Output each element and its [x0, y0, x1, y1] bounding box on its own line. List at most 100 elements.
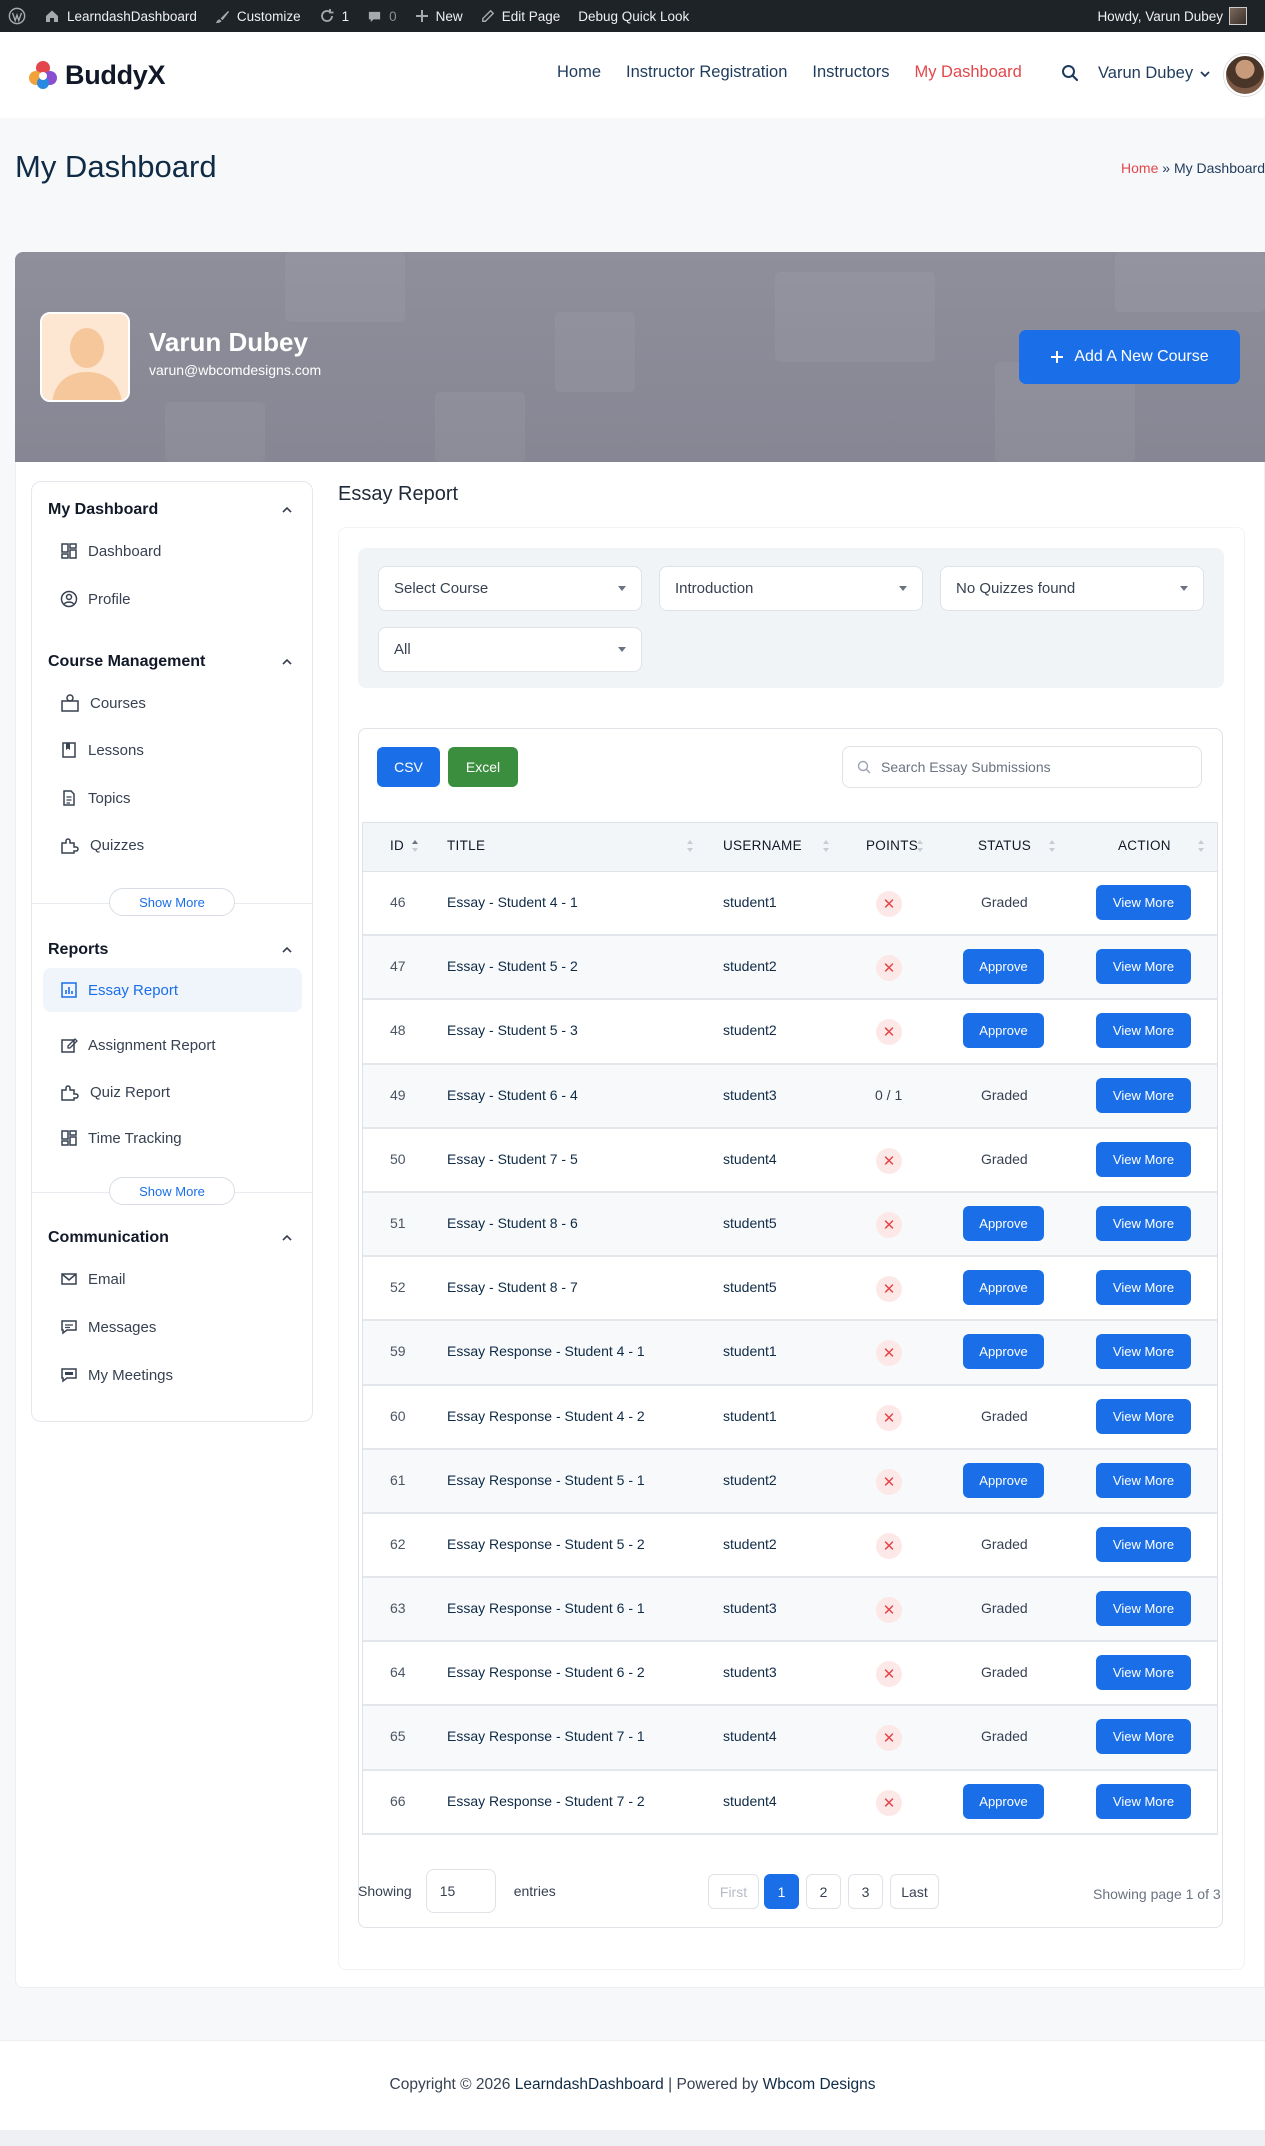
- sidebar-item-essay-report[interactable]: Essay Report: [43, 968, 302, 1012]
- sidebar-item-email[interactable]: Email: [60, 1262, 126, 1296]
- cell-title[interactable]: Essay Response - Student 7 - 2: [447, 1793, 645, 1809]
- sort-icon[interactable]: [686, 839, 694, 853]
- sidebar-item-time-tracking[interactable]: Time Tracking: [60, 1121, 182, 1155]
- show-more-courses-button[interactable]: Show More: [109, 888, 235, 916]
- edit-page-link[interactable]: Edit Page: [472, 0, 570, 32]
- cell-title[interactable]: Essay Response - Student 5 - 2: [447, 1536, 645, 1552]
- nav-instructor-registration[interactable]: Instructor Registration: [626, 63, 787, 82]
- approve-button[interactable]: Approve: [963, 1334, 1044, 1370]
- wordpress-menu[interactable]: [0, 0, 35, 32]
- approve-button[interactable]: Approve: [963, 1270, 1044, 1306]
- view-more-button[interactable]: View More: [1096, 1270, 1191, 1306]
- profile-avatar[interactable]: [40, 312, 130, 402]
- cell-title[interactable]: Essay Response - Student 4 - 2: [447, 1408, 645, 1424]
- nav-instructors[interactable]: Instructors: [812, 63, 889, 82]
- footer-company-link[interactable]: Wbcom Designs: [763, 2076, 876, 2093]
- sidebar-item-dashboard[interactable]: Dashboard: [60, 534, 161, 568]
- new-content-link[interactable]: New: [406, 0, 472, 32]
- sidebar-section-course-management[interactable]: Course Management: [48, 653, 205, 671]
- status-select[interactable]: All: [378, 627, 642, 672]
- pager-page-2[interactable]: 2: [806, 1874, 841, 1909]
- cell-title[interactable]: Essay Response - Student 6 - 2: [447, 1664, 645, 1680]
- updates-link[interactable]: 1: [310, 0, 359, 32]
- view-more-button[interactable]: View More: [1096, 1398, 1191, 1434]
- view-more-button[interactable]: View More: [1096, 1719, 1191, 1755]
- col-username[interactable]: USERNAME: [723, 838, 802, 853]
- col-points[interactable]: POINTS: [866, 838, 918, 853]
- sort-asc-icon[interactable]: [411, 839, 419, 853]
- debug-quick-look-link[interactable]: Debug Quick Look: [569, 0, 698, 32]
- view-more-button[interactable]: View More: [1096, 949, 1191, 985]
- sort-icon[interactable]: [1048, 839, 1056, 853]
- show-more-reports-button[interactable]: Show More: [109, 1177, 235, 1205]
- cell-title[interactable]: Essay Response - Student 4 - 1: [447, 1343, 645, 1359]
- export-excel-button[interactable]: Excel: [448, 747, 518, 787]
- course-select[interactable]: Select Course: [378, 566, 642, 611]
- cell-title[interactable]: Essay - Student 8 - 6: [447, 1215, 578, 1231]
- view-more-button[interactable]: View More: [1096, 1141, 1191, 1177]
- pager-first-button[interactable]: First: [708, 1874, 759, 1909]
- chevron-up-icon[interactable]: [281, 944, 293, 956]
- pager-page-1[interactable]: 1: [764, 1874, 799, 1909]
- col-id[interactable]: ID: [390, 838, 404, 853]
- chevron-up-icon[interactable]: [281, 1232, 293, 1244]
- col-action[interactable]: ACTION: [1118, 838, 1171, 853]
- nav-home[interactable]: Home: [557, 63, 601, 82]
- cell-title[interactable]: Essay Response - Student 5 - 1: [447, 1472, 645, 1488]
- sidebar-item-messages[interactable]: Messages: [60, 1310, 156, 1344]
- sort-icon[interactable]: [822, 839, 830, 853]
- view-more-button[interactable]: View More: [1096, 1526, 1191, 1562]
- pager-page-3[interactable]: 3: [848, 1874, 883, 1909]
- site-logo[interactable]: BuddyX: [26, 58, 166, 92]
- sidebar-item-lessons[interactable]: Lessons: [60, 733, 144, 767]
- comments-link[interactable]: 0: [358, 0, 406, 32]
- sidebar-section-my-dashboard[interactable]: My Dashboard: [48, 501, 158, 519]
- sidebar-section-communication[interactable]: Communication: [48, 1229, 169, 1247]
- sidebar-item-topics[interactable]: Topics: [60, 781, 131, 815]
- nav-my-dashboard[interactable]: My Dashboard: [914, 63, 1021, 82]
- sidebar-item-my-meetings[interactable]: My Meetings: [60, 1358, 173, 1392]
- cell-title[interactable]: Essay Response - Student 7 - 1: [447, 1728, 645, 1744]
- cell-title[interactable]: Essay - Student 4 - 1: [447, 894, 578, 910]
- view-more-button[interactable]: View More: [1096, 1334, 1191, 1370]
- chevron-up-icon[interactable]: [281, 504, 293, 516]
- view-more-button[interactable]: View More: [1096, 1591, 1191, 1627]
- add-course-button[interactable]: Add A New Course: [1019, 330, 1240, 384]
- view-more-button[interactable]: View More: [1096, 885, 1191, 920]
- cell-title[interactable]: Essay - Student 7 - 5: [447, 1151, 578, 1167]
- view-more-button[interactable]: View More: [1096, 1462, 1191, 1498]
- col-status[interactable]: STATUS: [978, 838, 1031, 853]
- sort-icon[interactable]: [916, 839, 924, 853]
- view-more-button[interactable]: View More: [1096, 1205, 1191, 1241]
- quiz-select[interactable]: No Quizzes found: [940, 566, 1204, 611]
- cell-title[interactable]: Essay - Student 5 - 3: [447, 1022, 578, 1038]
- approve-button[interactable]: Approve: [963, 1783, 1044, 1819]
- sidebar-item-quizzes[interactable]: Quizzes: [60, 828, 144, 862]
- sort-icon[interactable]: [1197, 839, 1205, 853]
- cell-title[interactable]: Essay - Student 8 - 7: [447, 1279, 578, 1295]
- col-title[interactable]: TITLE: [447, 838, 485, 853]
- lesson-select[interactable]: Introduction: [659, 566, 923, 611]
- chevron-up-icon[interactable]: [281, 656, 293, 668]
- footer-site-link[interactable]: LearndashDashboard: [515, 2076, 664, 2093]
- cell-title[interactable]: Essay - Student 5 - 2: [447, 958, 578, 974]
- approve-button[interactable]: Approve: [963, 1205, 1044, 1241]
- view-more-button[interactable]: View More: [1096, 1013, 1191, 1049]
- sidebar-item-quiz-report[interactable]: Quiz Report: [60, 1075, 170, 1109]
- sidebar-item-courses[interactable]: Courses: [60, 686, 146, 720]
- export-csv-button[interactable]: CSV: [377, 747, 440, 787]
- approve-button[interactable]: Approve: [963, 949, 1044, 985]
- breadcrumb-home[interactable]: Home: [1121, 160, 1158, 176]
- account-menu[interactable]: Howdy, Varun Dubey: [1097, 0, 1265, 32]
- approve-button[interactable]: Approve: [963, 1013, 1044, 1049]
- customize-link[interactable]: Customize: [206, 0, 310, 32]
- view-more-button[interactable]: View More: [1096, 1783, 1191, 1819]
- page-size-input[interactable]: 15: [425, 1869, 496, 1913]
- view-more-button[interactable]: View More: [1096, 1655, 1191, 1691]
- search-icon[interactable]: [1061, 64, 1079, 82]
- user-avatar[interactable]: [1224, 54, 1265, 96]
- sidebar-section-reports[interactable]: Reports: [48, 941, 108, 959]
- essay-search-input[interactable]: Search Essay Submissions: [842, 746, 1202, 788]
- user-menu[interactable]: Varun Dubey: [1098, 64, 1211, 83]
- site-name-link[interactable]: LearndashDashboard: [35, 0, 206, 32]
